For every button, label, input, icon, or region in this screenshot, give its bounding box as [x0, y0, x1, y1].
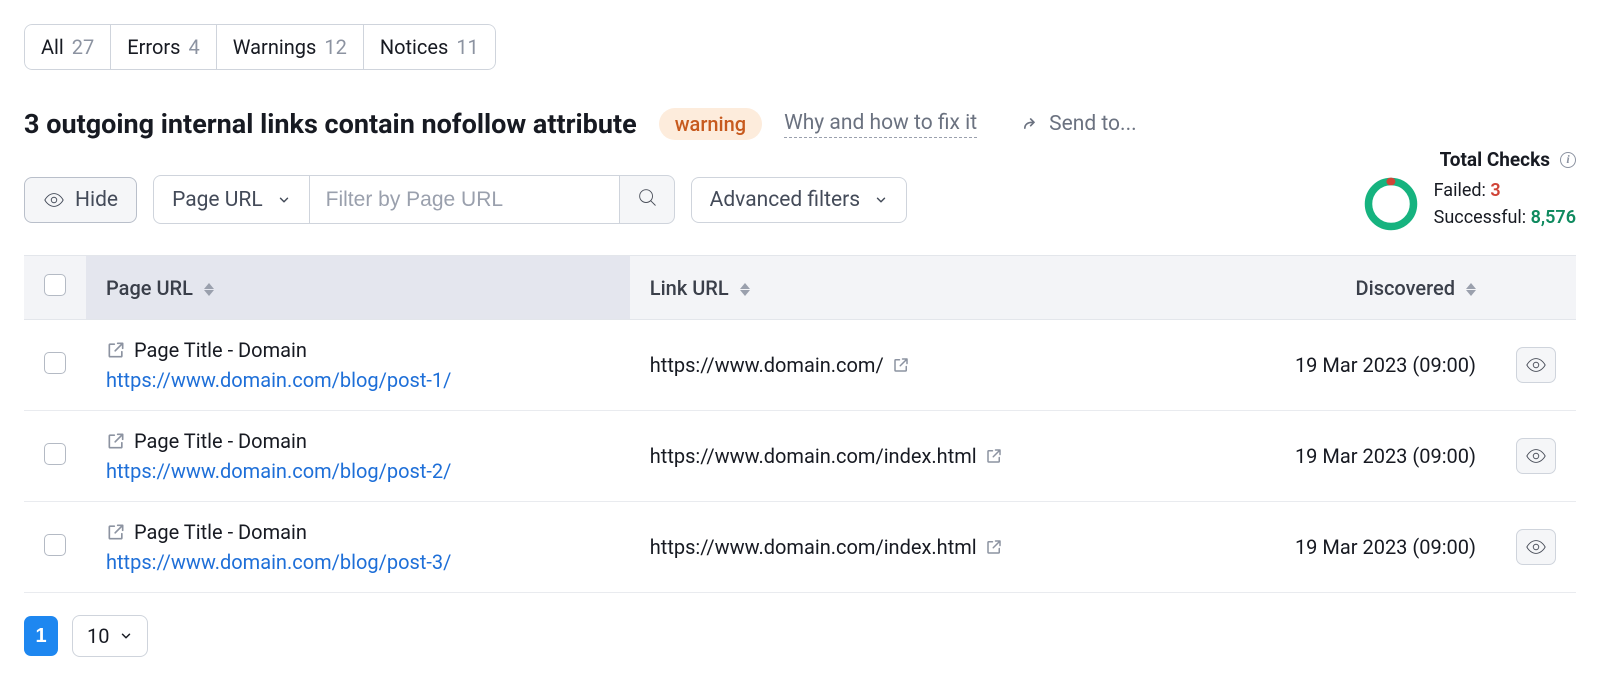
page-size-select[interactable]: 10 [72, 615, 148, 657]
tab-count: 4 [189, 35, 200, 59]
send-to-button[interactable]: Send to... [1019, 112, 1137, 136]
send-to-label: Send to... [1049, 112, 1137, 136]
total-checks-widget: Total Checks i Failed: 3 Successful: 8,5… [1364, 148, 1576, 231]
tab-warnings[interactable]: Warnings 12 [217, 24, 364, 70]
eye-icon [1525, 536, 1547, 558]
tab-count: 12 [324, 35, 346, 59]
table-row: Page Title - Domain https://www.domain.co… [24, 502, 1576, 593]
col-page-url[interactable]: Page URL [86, 256, 630, 320]
issues-table: Page URL Link URL Discovered Page Title … [24, 255, 1576, 593]
tab-label: All [41, 35, 64, 59]
col-label: Discovered [1356, 276, 1455, 300]
tab-all[interactable]: All 27 [24, 24, 111, 70]
chevron-down-icon [277, 193, 291, 207]
tab-errors[interactable]: Errors 4 [111, 24, 216, 70]
view-button[interactable] [1516, 529, 1556, 565]
tab-count: 27 [72, 35, 94, 59]
hide-button[interactable]: Hide [24, 177, 137, 223]
page-url-link[interactable]: https://www.domain.com/blog/post-2/ [106, 459, 610, 483]
advanced-filters-button[interactable]: Advanced filters [691, 177, 907, 223]
eye-icon [1525, 354, 1547, 376]
external-link-icon[interactable] [985, 538, 1003, 556]
filter-field-label: Page URL [172, 188, 263, 212]
tab-count: 11 [456, 35, 478, 59]
table-row: Page Title - Domain https://www.domain.co… [24, 320, 1576, 411]
col-link-url[interactable]: Link URL [630, 256, 1184, 320]
how-to-fix-link[interactable]: Why and how to fix it [784, 111, 977, 138]
chevron-down-icon [119, 629, 133, 643]
share-icon [1019, 114, 1039, 134]
eye-icon [1525, 445, 1547, 467]
row-checkbox[interactable] [44, 443, 66, 465]
tab-label: Notices [380, 35, 448, 59]
checks-ring-icon [1364, 177, 1418, 231]
info-icon[interactable]: i [1560, 152, 1576, 168]
link-url: https://www.domain.com/index.html [650, 535, 977, 559]
col-label: Page URL [106, 276, 193, 300]
external-link-icon[interactable] [106, 340, 126, 360]
row-checkbox[interactable] [44, 534, 66, 556]
issue-title: 3 outgoing internal links contain nofoll… [24, 108, 637, 140]
issue-type-tabs: All 27 Errors 4 Warnings 12 Notices 11 [24, 24, 496, 70]
page-title: Page Title - Domain [134, 429, 307, 453]
view-button[interactable] [1516, 347, 1556, 383]
tab-label: Warnings [233, 35, 317, 59]
search-icon [636, 186, 658, 208]
link-url: https://www.domain.com/index.html [650, 444, 977, 468]
successful-value: 8,576 [1531, 207, 1576, 228]
failed-label: Failed: [1434, 180, 1486, 201]
external-link-icon[interactable] [985, 447, 1003, 465]
failed-value: 3 [1490, 180, 1500, 201]
filter-field-select[interactable]: Page URL [153, 175, 310, 224]
filter-search-button[interactable] [620, 175, 675, 224]
filter-input[interactable] [310, 175, 620, 224]
page-size-value: 10 [87, 624, 109, 648]
table-row: Page Title - Domain https://www.domain.co… [24, 411, 1576, 502]
page-url-link[interactable]: https://www.domain.com/blog/post-1/ [106, 368, 610, 392]
page-url-link[interactable]: https://www.domain.com/blog/post-3/ [106, 550, 610, 574]
col-discovered[interactable]: Discovered [1184, 256, 1496, 320]
successful-label: Successful: [1434, 207, 1527, 228]
tab-notices[interactable]: Notices 11 [364, 24, 496, 70]
eye-icon [43, 189, 65, 211]
tab-label: Errors [127, 35, 180, 59]
external-link-icon[interactable] [106, 431, 126, 451]
row-checkbox[interactable] [44, 352, 66, 374]
col-label: Link URL [650, 276, 729, 300]
sort-icon [740, 283, 750, 296]
page-title: Page Title - Domain [134, 338, 307, 362]
discovered-date: 19 Mar 2023 (09:00) [1295, 444, 1476, 468]
page-title: Page Title - Domain [134, 520, 307, 544]
severity-badge: warning [659, 108, 762, 140]
external-link-icon[interactable] [892, 356, 910, 374]
link-url: https://www.domain.com/ [650, 353, 884, 377]
discovered-date: 19 Mar 2023 (09:00) [1295, 535, 1476, 559]
sort-icon [1466, 283, 1476, 296]
external-link-icon[interactable] [106, 522, 126, 542]
sort-icon [204, 283, 214, 296]
total-checks-title: Total Checks [1440, 148, 1550, 171]
page-current[interactable]: 1 [24, 616, 58, 656]
select-all-checkbox[interactable] [44, 274, 66, 296]
chevron-down-icon [874, 193, 888, 207]
discovered-date: 19 Mar 2023 (09:00) [1295, 353, 1476, 377]
advanced-filters-label: Advanced filters [710, 188, 860, 212]
hide-label: Hide [75, 188, 118, 212]
filter-input-group: Page URL [153, 175, 675, 224]
view-button[interactable] [1516, 438, 1556, 474]
